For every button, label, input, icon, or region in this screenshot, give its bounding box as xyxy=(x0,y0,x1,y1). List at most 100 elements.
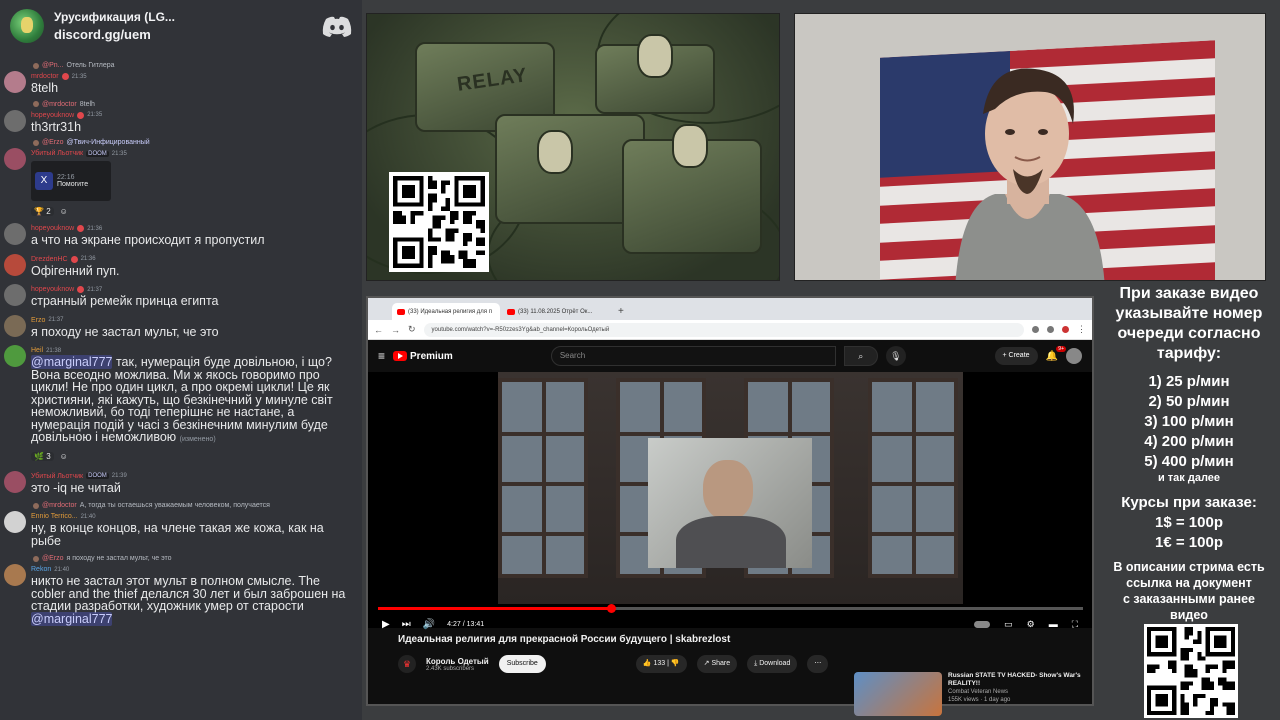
reaction[interactable]: 🏆 2 xyxy=(31,206,54,216)
recommended-video[interactable]: Russian STATE TV HACKED- Show's War's RE… xyxy=(854,672,1084,720)
video-title: Идеальная религия для прекрасной России … xyxy=(398,634,731,645)
search-input[interactable]: Search xyxy=(550,346,836,366)
scrubber-handle[interactable] xyxy=(606,604,616,613)
username[interactable]: Убитый Льотчик xyxy=(31,473,83,480)
more-actions-icon[interactable]: ⋯ xyxy=(807,655,829,673)
username[interactable]: DrezdenHC xyxy=(31,256,68,263)
timestamp: 21:40 xyxy=(80,513,96,520)
user-mention[interactable]: @marginal777 xyxy=(31,611,113,626)
message: @Erzo @Твич-Инфицированный Убитый Льотчик… xyxy=(4,137,356,217)
url-field[interactable]: youtube.com/watch?v=-R50zzes3Yg&ab_chann… xyxy=(423,322,1024,337)
like-button[interactable]: 👍 133 | 👎 xyxy=(635,655,687,673)
extension-icon[interactable] xyxy=(1047,326,1054,333)
note-line: видео xyxy=(1170,608,1208,622)
reply-preview[interactable]: @Pn... Отель Гитлера xyxy=(31,60,356,71)
timestamp: 21:37 xyxy=(87,286,103,293)
avatar[interactable] xyxy=(4,511,26,533)
avatar[interactable] xyxy=(4,109,26,132)
reply-text: я походу не застал мульт, че это xyxy=(66,555,172,562)
username[interactable]: Ennio Terrico... xyxy=(31,513,78,520)
hamburger-menu-icon[interactable]: ≡ xyxy=(378,349,385,363)
forward-icon[interactable]: → xyxy=(391,325,400,335)
username[interactable]: Rekon xyxy=(31,566,51,573)
username[interactable]: Heil xyxy=(31,347,43,354)
username[interactable]: hopeyouknow xyxy=(31,112,74,119)
menu-icon[interactable]: ⋮ xyxy=(1077,324,1086,335)
username[interactable]: hopeyouknow xyxy=(31,286,74,293)
autoplay-toggle[interactable] xyxy=(974,620,991,628)
window-image xyxy=(868,378,958,578)
tab-bar: (33) Идеальная религия для п (33) 11.08.… xyxy=(368,298,1092,320)
reply-preview[interactable]: @mrdoctor А, тогда ты остаешься уважаемым… xyxy=(31,500,356,511)
back-icon[interactable]: ← xyxy=(374,325,383,335)
extension-icon[interactable] xyxy=(1062,326,1069,333)
message-list[interactable]: @Pn... Отель Гитлера mrdoctor 21:35 8telh … xyxy=(0,52,362,626)
extension-icon[interactable] xyxy=(1032,326,1039,333)
reply-preview[interactable]: @mrdoctor 8telh xyxy=(31,99,356,110)
browser-tab[interactable]: (33) 11.08.2025 Отрёт Ок... xyxy=(502,303,610,320)
tariff-list: 1) 25 р/мин 2) 50 р/мин 3) 100 р/мин 4) … xyxy=(1098,372,1280,472)
account-avatar[interactable] xyxy=(1066,348,1082,364)
avatar[interactable] xyxy=(4,71,26,93)
avatar[interactable] xyxy=(4,314,26,337)
browser-tab[interactable]: (33) Идеальная религия для п xyxy=(392,303,500,320)
video-player[interactable]: ▶ ⏭ 🔊 4:27 / 13:41 ▭ ⚙ ▬ ⛶ xyxy=(368,372,1092,630)
username[interactable]: mrdoctor xyxy=(31,73,59,80)
download-icon: ⤓ xyxy=(754,660,758,667)
thumbs-down-icon[interactable]: 👎 xyxy=(671,660,680,667)
add-reaction-icon[interactable]: ☺ xyxy=(60,452,68,461)
message-text: а что на экране происходит я пропустил xyxy=(31,233,265,247)
add-reaction-icon[interactable]: ☺ xyxy=(60,207,68,216)
server-icon[interactable] xyxy=(10,9,44,43)
message: @mrdoctor 8telh hopeyouknow 21:35 th3rtr31… xyxy=(4,99,356,134)
reply-preview[interactable]: @Erzo я походу не застал мульт, че это xyxy=(31,553,356,564)
username[interactable]: hopeyouknow xyxy=(31,225,74,232)
microphone-icon[interactable]: 🎙 xyxy=(885,346,906,366)
message: @Erzo я походу не застал мульт, че это Re… xyxy=(4,553,356,626)
avatar[interactable] xyxy=(4,223,26,245)
reply-user: @Pn... xyxy=(42,62,64,69)
address-bar-row: ← → ↻ youtube.com/watch?v=-R50zzes3Yg&ab… xyxy=(368,320,1092,340)
avatar[interactable] xyxy=(4,253,26,276)
message: @mrdoctor А, тогда ты остаешься уважаемым… xyxy=(4,500,356,547)
username[interactable]: Убитый Льотчик xyxy=(31,150,83,157)
youtube-logo[interactable]: Premium xyxy=(393,351,453,362)
recommended-title[interactable]: Russian STATE TV HACKED- Show's War's RE… xyxy=(948,672,1084,688)
reply-preview[interactable]: @Erzo @Твич-Инфицированный xyxy=(31,137,356,148)
invite-link[interactable]: discord.gg/uem xyxy=(54,26,312,43)
search-icon[interactable]: ⌕ xyxy=(843,346,878,366)
username[interactable]: Erzo xyxy=(31,317,45,324)
message-body: никто не застал этот мульт в полном смыс… xyxy=(31,574,346,613)
timestamp: 21:40 xyxy=(54,566,70,573)
new-tab-icon[interactable]: + xyxy=(612,303,630,320)
progress-bar[interactable] xyxy=(378,604,1083,613)
channel-avatar[interactable]: ♛ xyxy=(398,655,416,673)
message-text: @marginal777 так, нумерація буде довільн… xyxy=(31,355,356,447)
reaction[interactable]: 🌿 3 xyxy=(31,452,54,461)
description-note: В описании стрима есть ссылка на докумен… xyxy=(1098,559,1280,623)
image-embed[interactable]: X 22:16 Помогите xyxy=(31,161,111,201)
avatar[interactable] xyxy=(4,470,26,493)
courses-title: Курсы при заказе: xyxy=(1121,494,1257,511)
notifications-bell-icon[interactable]: 🔔 9+ xyxy=(1046,345,1066,362)
reply-avatar xyxy=(33,101,39,107)
reactions: 🌿 3 ☺ xyxy=(31,451,356,463)
avatar[interactable] xyxy=(4,284,26,306)
badge-icon xyxy=(77,286,85,293)
logo-text: Premium xyxy=(410,350,453,362)
download-button[interactable]: ⤓ Download xyxy=(747,655,798,673)
badge-icon xyxy=(77,225,85,232)
recommended-info: Russian STATE TV HACKED- Show's War's RE… xyxy=(948,672,1084,720)
subscribe-button[interactable]: Subscribe xyxy=(498,655,546,673)
create-button[interactable]: + Create xyxy=(994,347,1038,365)
share-button[interactable]: ↗ Share xyxy=(696,655,738,673)
reload-icon[interactable]: ↻ xyxy=(408,324,416,335)
channel-name[interactable]: Король Одетый xyxy=(426,657,489,666)
youtube-icon xyxy=(507,308,515,315)
recommended-thumbnail[interactable] xyxy=(854,672,942,716)
discord-logo-icon xyxy=(322,16,352,37)
body-shape xyxy=(676,516,786,568)
avatar[interactable] xyxy=(4,148,26,170)
avatar[interactable] xyxy=(4,345,26,367)
avatar[interactable] xyxy=(4,564,26,586)
